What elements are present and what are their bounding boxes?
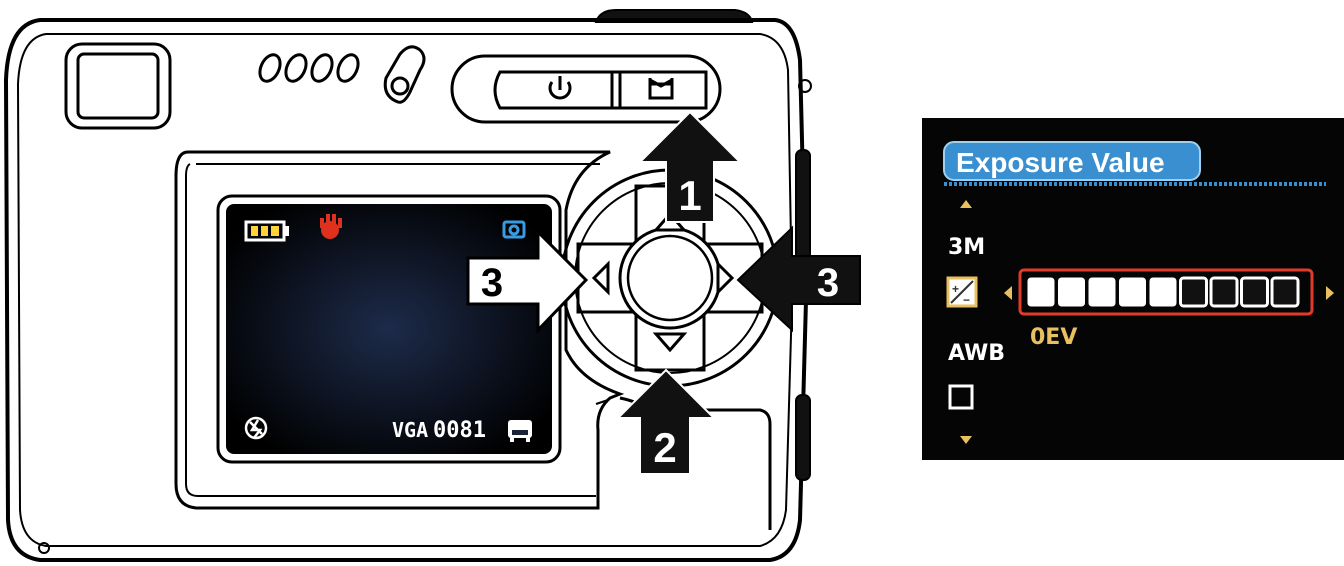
ev-cell-filled (1149, 277, 1177, 307)
exposure-menu-screen: Exposure Value 3M + − AWB 0EV (922, 118, 1344, 460)
callout-3-left-label: 3 (481, 261, 503, 305)
camera-diagram: VGA 0081 1 2 3 3 Exposure Value 3M + − A… (3, 9, 1344, 562)
ev-level-bar[interactable] (1027, 276, 1300, 308)
lcd-screen: VGA 0081 (216, 194, 562, 464)
side-grip (795, 149, 811, 261)
ev-cell-filled (1027, 277, 1055, 307)
top-button-panel (450, 54, 722, 124)
side-port (795, 394, 811, 481)
callout-1-arrow: 1 (637, 110, 743, 223)
lcd-resolution: VGA (392, 418, 428, 442)
mode-icon (648, 78, 674, 100)
ev-cell-empty (1240, 276, 1269, 308)
menu-title: Exposure Value (956, 147, 1165, 178)
mode-button[interactable] (648, 78, 674, 100)
dpad-left-button[interactable] (591, 260, 610, 296)
menu-item-resolution[interactable]: 3M (948, 235, 985, 260)
dpad-right-button[interactable] (716, 260, 735, 296)
dpad-down-button[interactable] (652, 332, 688, 353)
chevron-right-icon (716, 260, 735, 296)
status-led (383, 45, 426, 104)
svg-text:+: + (952, 282, 959, 296)
ev-icon[interactable]: + − (946, 276, 978, 308)
svg-text:−: − (963, 293, 970, 307)
power-icon (548, 76, 572, 100)
viewfinder (64, 42, 172, 130)
dpad-center-button[interactable] (630, 238, 710, 318)
callout-2-label: 2 (653, 424, 676, 471)
lcd-frame-count: 0081 (433, 418, 486, 443)
callout-2-arrow: 2 (615, 368, 717, 475)
microphone-holes (258, 53, 360, 83)
chevron-left-icon (591, 260, 610, 296)
ev-cell-filled (1058, 277, 1085, 307)
ev-cell-empty (1179, 276, 1208, 308)
ev-cell-empty (1209, 276, 1239, 308)
menu-item-white-balance[interactable]: AWB (948, 341, 1005, 366)
ev-value-label: 0EV (1030, 325, 1077, 350)
power-button[interactable] (548, 76, 572, 100)
ev-cell-filled (1088, 277, 1116, 307)
chevron-down-icon (652, 332, 688, 353)
callout-1-label: 1 (678, 172, 701, 219)
ev-cell-empty (1270, 276, 1300, 308)
callout-3-right-label: 3 (817, 261, 839, 305)
ev-cell-filled (1119, 277, 1146, 307)
